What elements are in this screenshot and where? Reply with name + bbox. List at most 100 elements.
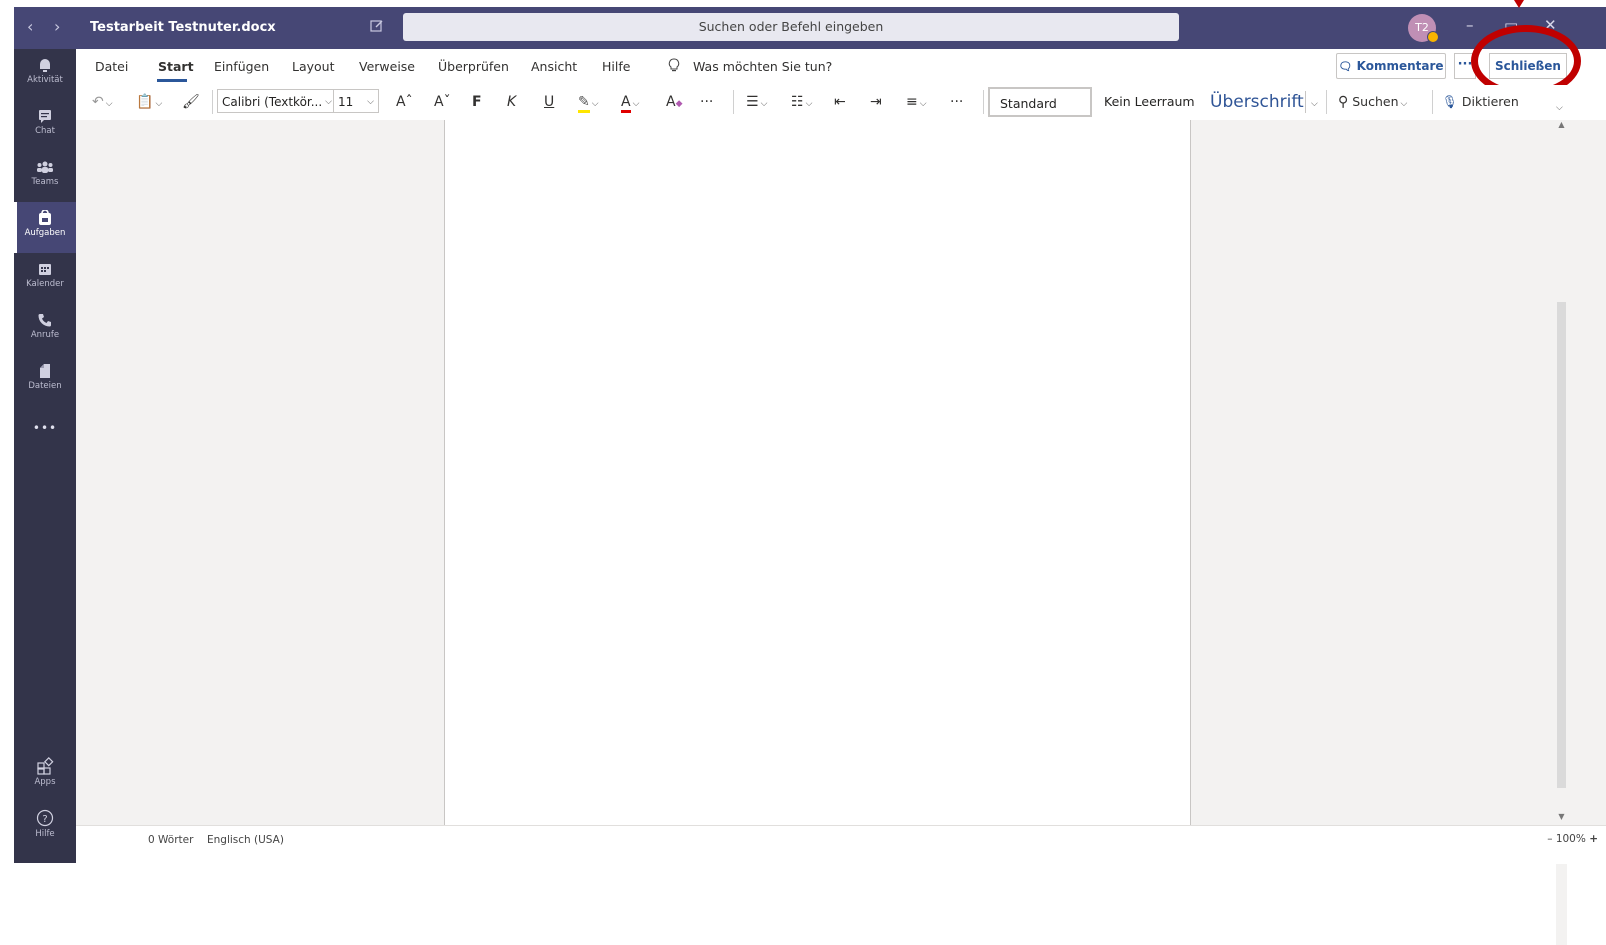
language-indicator[interactable]: Englisch (USA) xyxy=(207,834,284,846)
search-document-button[interactable]: ⚲ Suchen ⌵ xyxy=(1338,91,1407,113)
more-icon: ••• xyxy=(32,421,58,435)
document-title: Testarbeit Testnuter.docx xyxy=(90,20,276,35)
ribbon-tab-bar: Datei Start Einfügen Layout Verweise Übe… xyxy=(76,25,1606,97)
forward-button[interactable]: › xyxy=(54,19,60,35)
rail-item-chat[interactable]: Chat xyxy=(14,100,76,151)
tab-einfuegen[interactable]: Einfügen xyxy=(214,59,269,74)
more-options-button[interactable]: ··· xyxy=(1454,53,1476,79)
font-color-button[interactable]: A ⌵ xyxy=(621,91,639,113)
separator xyxy=(983,90,984,114)
styles-dropdown-button[interactable]: ⌵ xyxy=(1305,91,1318,113)
align-icon: ≡ xyxy=(906,94,918,110)
clear-formatting-button[interactable]: A◆ xyxy=(666,91,683,113)
more-font-options-button[interactable]: ··· xyxy=(700,91,713,113)
font-size-select[interactable]: 11 ⌵ xyxy=(333,89,379,113)
indent-icon: ⇥ xyxy=(870,94,882,110)
bullets-button[interactable]: ☰ ⌵ xyxy=(746,91,767,113)
outdent-icon: ⇤ xyxy=(834,94,846,110)
bell-icon xyxy=(40,59,50,72)
microphone-icon: 🎙 xyxy=(1442,94,1458,109)
rail-item-dateien[interactable]: Dateien xyxy=(14,355,76,406)
minimize-button[interactable]: – xyxy=(1466,16,1474,34)
files-icon xyxy=(40,364,50,378)
search-document-label: Suchen xyxy=(1352,94,1399,109)
separator xyxy=(733,90,734,114)
maximize-button[interactable]: ▭ xyxy=(1504,16,1518,34)
edit-icon[interactable] xyxy=(370,19,384,33)
presence-badge xyxy=(1427,31,1439,43)
decrease-indent-button[interactable]: ⇤ xyxy=(834,91,846,113)
numbered-list-icon: ☷ xyxy=(791,94,804,110)
highlight-arrow xyxy=(1514,0,1524,8)
align-button[interactable]: ≡ ⌵ xyxy=(906,91,927,113)
scroll-up-icon[interactable]: ▲ xyxy=(1556,120,1567,131)
more-paragraph-options-button[interactable]: ··· xyxy=(950,91,963,113)
svg-text:?: ? xyxy=(42,814,47,825)
bullet-list-icon: ☰ xyxy=(746,94,759,110)
grow-font-button[interactable]: Aˆ xyxy=(396,91,413,113)
comments-button[interactable]: 🗨 Kommentare xyxy=(1336,53,1446,79)
highlight-button[interactable]: ✎ ⌵ xyxy=(578,91,599,113)
rail-apps-button[interactable]: Apps xyxy=(14,749,76,800)
close-document-button[interactable]: Schließen xyxy=(1489,53,1567,79)
tab-datei[interactable]: Datei xyxy=(95,59,128,74)
tab-verweise[interactable]: Verweise xyxy=(359,59,415,74)
rail-item-anrufe[interactable]: Anrufe xyxy=(14,304,76,355)
rail-item-teams[interactable]: Teams xyxy=(14,151,76,202)
font-color-icon: A xyxy=(621,94,631,113)
document-canvas[interactable]: ▲ ▼ xyxy=(76,120,1606,945)
rail-item-aufgaben[interactable]: Aufgaben xyxy=(14,202,76,253)
font-name-select[interactable]: Calibri (Textkör... ⌵ xyxy=(217,89,337,113)
undo-button[interactable]: ↶ ⌵ xyxy=(92,91,113,113)
chat-icon xyxy=(39,110,51,123)
rail-item-label: Aufgaben xyxy=(24,228,66,238)
back-button[interactable]: ‹ xyxy=(27,19,33,35)
phone-icon xyxy=(38,314,51,327)
style-ueberschrift[interactable]: Überschrift xyxy=(1200,87,1304,117)
comment-icon: 🗨 xyxy=(1338,60,1353,73)
italic-button[interactable]: K xyxy=(507,91,516,113)
rail-item-label: Aktivität xyxy=(27,75,63,85)
dictate-button[interactable]: 🎙 Diktieren xyxy=(1442,91,1519,113)
highlighter-icon: ✎ xyxy=(578,94,590,113)
rail-item-label: Chat xyxy=(35,126,55,136)
search-command-input[interactable]: Suchen oder Befehl eingeben xyxy=(403,13,1179,41)
zoom-in-button[interactable]: + xyxy=(1589,833,1598,845)
teams-icon xyxy=(37,161,53,173)
numbering-button[interactable]: ☷ ⌵ xyxy=(791,91,812,113)
scrollbar-thumb[interactable] xyxy=(1557,302,1566,788)
zoom-level[interactable]: 100% xyxy=(1556,833,1586,845)
ribbon-command-bar: ↶ ⌵ 📋 ⌵ 🖌 Calibri (Textkör... ⌵ 11 ⌵ Aˆ Aˇ F… xyxy=(76,85,1606,121)
close-window-button[interactable]: ✕ xyxy=(1544,16,1557,34)
separator xyxy=(1326,90,1327,114)
word-count[interactable]: 0 Wörter xyxy=(148,834,193,846)
format-painter-button[interactable]: 🖌 xyxy=(182,91,200,113)
zoom-out-button[interactable]: – xyxy=(1547,833,1552,845)
lightbulb-icon xyxy=(668,58,680,72)
tab-ansicht[interactable]: Ansicht xyxy=(531,59,577,74)
tab-start[interactable]: Start xyxy=(158,59,194,74)
shrink-font-button[interactable]: Aˇ xyxy=(434,91,451,113)
separator xyxy=(212,90,213,114)
calendar-icon xyxy=(39,264,51,275)
rail-item-aktivitaet[interactable]: Aktivität xyxy=(14,49,76,100)
rail-more-button[interactable]: ••• xyxy=(14,415,76,445)
tab-ueberpruefen[interactable]: Überprüfen xyxy=(438,59,509,74)
tab-hilfe[interactable]: Hilfe xyxy=(602,59,630,74)
style-standard[interactable]: Standard xyxy=(988,87,1092,117)
bold-button[interactable]: F xyxy=(472,91,482,113)
increase-indent-button[interactable]: ⇥ xyxy=(870,91,882,113)
underline-button[interactable]: U xyxy=(544,91,554,113)
rail-help-button[interactable]: ? Hilfe xyxy=(14,801,76,852)
style-kein-leerraum[interactable]: Kein Leerraum xyxy=(1094,87,1200,117)
scroll-down-icon[interactable]: ▼ xyxy=(1556,812,1567,823)
paste-button[interactable]: 📋 ⌵ xyxy=(136,91,162,113)
brush-icon: 🖌 xyxy=(182,94,200,110)
document-page[interactable] xyxy=(444,120,1191,825)
tell-me-input[interactable]: Was möchten Sie tun? xyxy=(693,59,832,74)
rail-item-label: Hilfe xyxy=(35,829,55,839)
rail-item-label: Teams xyxy=(31,177,59,187)
rail-item-kalender[interactable]: Kalender xyxy=(14,253,76,304)
ribbon-collapse-button[interactable]: ⌵ xyxy=(1554,97,1563,119)
tab-layout[interactable]: Layout xyxy=(292,59,335,74)
